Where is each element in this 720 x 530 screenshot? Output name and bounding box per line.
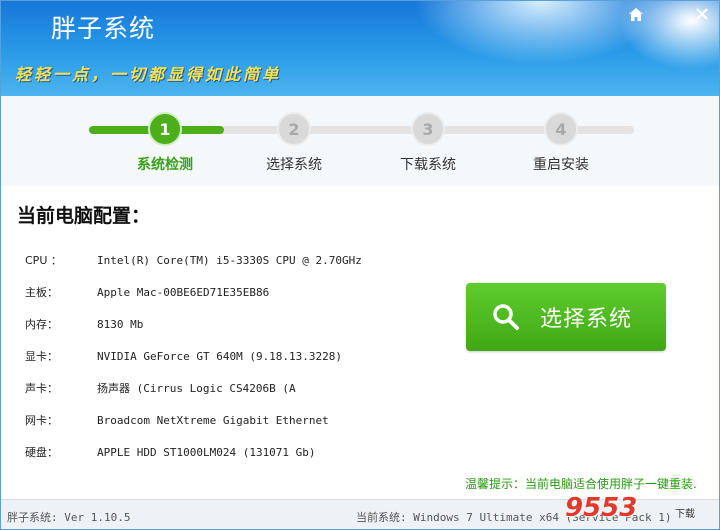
spec-value: Intel(R) Core(TM) i5-3330S CPU @ 2.70GHz	[97, 254, 362, 267]
version-text: 胖子系统: Ver 1.10.5	[7, 511, 131, 524]
spec-row-cpu: CPU ： Intel(R) Core(TM) i5-3330S CPU @ 2.…	[25, 252, 362, 272]
step-select: 2 选择系统	[234, 112, 354, 174]
header-banner: 胖子系统 轻轻一点，一切都显得如此简单	[1, 1, 719, 96]
app-title: 胖子系统	[51, 14, 156, 43]
step-number: 1	[148, 112, 182, 146]
spec-key: 显卡：	[25, 350, 58, 363]
spec-row-network: 网卡： Broadcom NetXtreme Gigabit Ethernet	[25, 412, 329, 432]
spec-row-sound: 声卡： 扬声器 (Cirrus Logic CS4206B (A	[25, 380, 296, 400]
spec-key: 硬盘：	[25, 446, 58, 459]
step-detect: 1 系统检测	[105, 112, 225, 174]
spec-value: 8130 Mb	[97, 318, 144, 331]
slogan: 轻轻一点，一切都显得如此简单	[15, 65, 282, 84]
search-icon	[493, 304, 519, 330]
step-label: 下载系统	[400, 157, 456, 173]
step-label: 系统检测	[137, 157, 193, 173]
spec-key: 网卡：	[25, 414, 58, 427]
spec-key: CPU ：	[25, 254, 62, 267]
step-number: 2	[277, 112, 311, 146]
step-install: 4 重启安装	[501, 112, 621, 174]
watermark-logo: 9553	[565, 493, 638, 523]
spec-row-motherboard: 主板： Apple Mac-00BE6ED71E35EB86	[25, 284, 269, 304]
step-download: 3 下载系统	[368, 112, 488, 174]
watermark-suffix: 下载	[675, 509, 695, 520]
spec-value: Broadcom NetXtreme Gigabit Ethernet	[97, 414, 329, 427]
spec-key: 声卡：	[25, 382, 58, 395]
installer-window: 胖子系统 轻轻一点，一切都显得如此简单 1 系统检测 2 选择系统 3 下载系统	[0, 0, 720, 530]
select-system-label: 选择系统	[540, 307, 633, 332]
spec-value: 扬声器 (Cirrus Logic CS4206B (A	[97, 382, 296, 395]
spec-value: APPLE HDD ST1000LM024 (131071 Gb)	[97, 446, 316, 459]
step-number: 4	[544, 112, 578, 146]
step-label: 重启安装	[533, 157, 589, 173]
spec-row-gpu: 显卡： NVIDIA GeForce GT 640M (9.18.13.3228)	[25, 348, 342, 368]
config-title: 当前电脑配置：	[17, 205, 151, 227]
spec-key: 主板：	[25, 286, 58, 299]
spec-value: Apple Mac-00BE6ED71E35EB86	[97, 286, 270, 299]
select-system-button[interactable]: 选择系统	[466, 283, 666, 351]
home-button[interactable]	[623, 3, 649, 25]
close-icon	[696, 8, 708, 20]
spec-row-disk: 硬盘： APPLE HDD ST1000LM024 (131071 Gb)	[25, 444, 316, 464]
spec-row-memory: 内存： 8130 Mb	[25, 316, 143, 336]
home-icon	[629, 7, 643, 21]
step-label: 选择系统	[266, 157, 322, 173]
progress-steps: 1 系统检测 2 选择系统 3 下载系统 4 重启安装	[1, 96, 719, 186]
spec-value: NVIDIA GeForce GT 640M (9.18.13.3228)	[97, 350, 343, 363]
step-number: 3	[411, 112, 445, 146]
spec-key: 内存：	[25, 318, 58, 331]
tip-text: 温馨提示：当前电脑适合使用胖子一键重装.	[465, 477, 697, 491]
close-button[interactable]	[689, 3, 715, 25]
